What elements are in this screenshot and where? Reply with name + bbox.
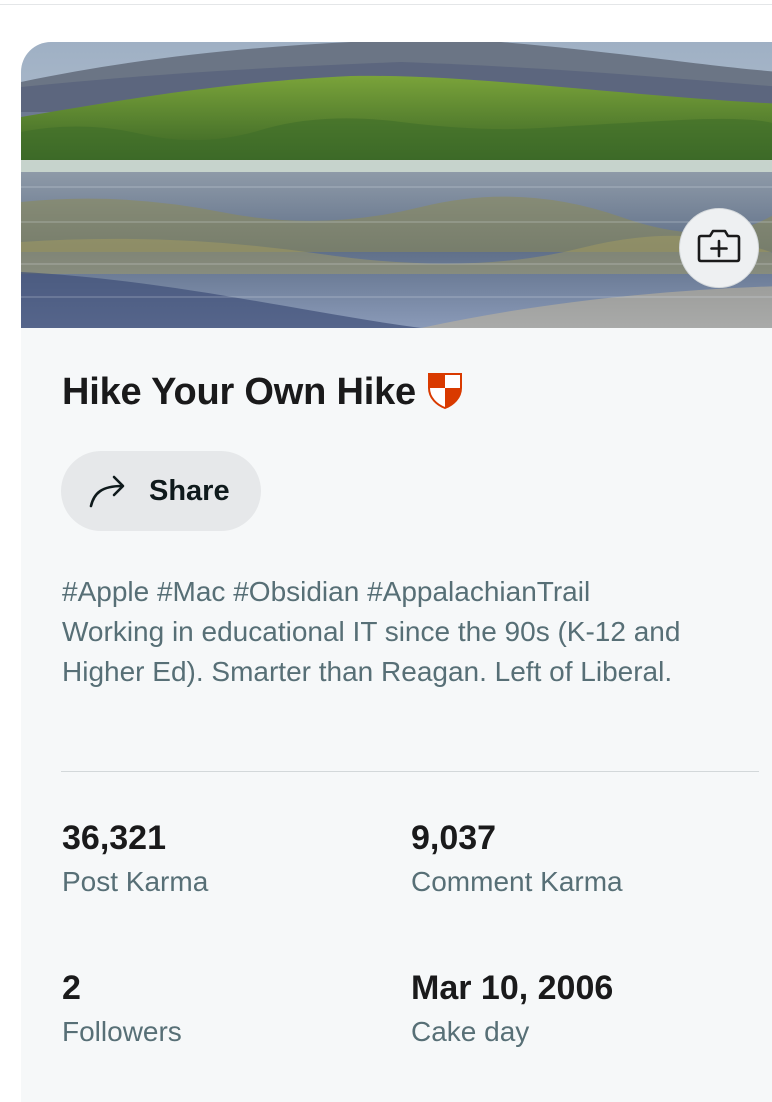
cake-day-value: Mar 10, 2006 — [411, 969, 614, 1007]
edit-banner-button[interactable] — [679, 208, 759, 288]
comment-karma-label: Comment Karma — [411, 866, 623, 897]
bio-text: Working in educational IT since the 90s … — [62, 616, 681, 687]
post-karma-label: Post Karma — [62, 866, 209, 897]
followers-value: 2 — [62, 969, 81, 1007]
share-button[interactable]: Share — [61, 451, 261, 531]
profile-title-row: Hike Your Own Hike — [62, 370, 464, 415]
post-karma-value: 36,321 — [62, 819, 166, 857]
top-divider — [0, 0, 772, 5]
cake-day-label: Cake day — [411, 1016, 530, 1047]
profile-card: Hike Your Own Hike Share #Apple #Mac #Ob… — [21, 42, 772, 1102]
shield-badge-icon — [426, 370, 464, 415]
stat-comment-karma: 9,037 Comment Karma — [411, 818, 623, 900]
share-arrow-icon — [88, 473, 128, 514]
stat-followers: 2 Followers — [62, 968, 182, 1050]
stat-cake-day: Mar 10, 2006 Cake day — [411, 968, 613, 1050]
stat-post-karma: 36,321 Post Karma — [62, 818, 208, 900]
comment-karma-value: 9,037 — [411, 819, 497, 857]
profile-bio: #Apple #Mac #Obsidian #AppalachianTrail … — [62, 572, 742, 692]
stats-divider — [61, 771, 759, 772]
bio-tags: #Apple #Mac #Obsidian #AppalachianTrail — [62, 576, 591, 607]
profile-name: Hike Your Own Hike — [62, 371, 416, 413]
camera-plus-icon — [697, 228, 741, 269]
followers-label: Followers — [62, 1016, 182, 1047]
profile-banner-image — [21, 42, 772, 328]
share-label: Share — [149, 475, 230, 507]
